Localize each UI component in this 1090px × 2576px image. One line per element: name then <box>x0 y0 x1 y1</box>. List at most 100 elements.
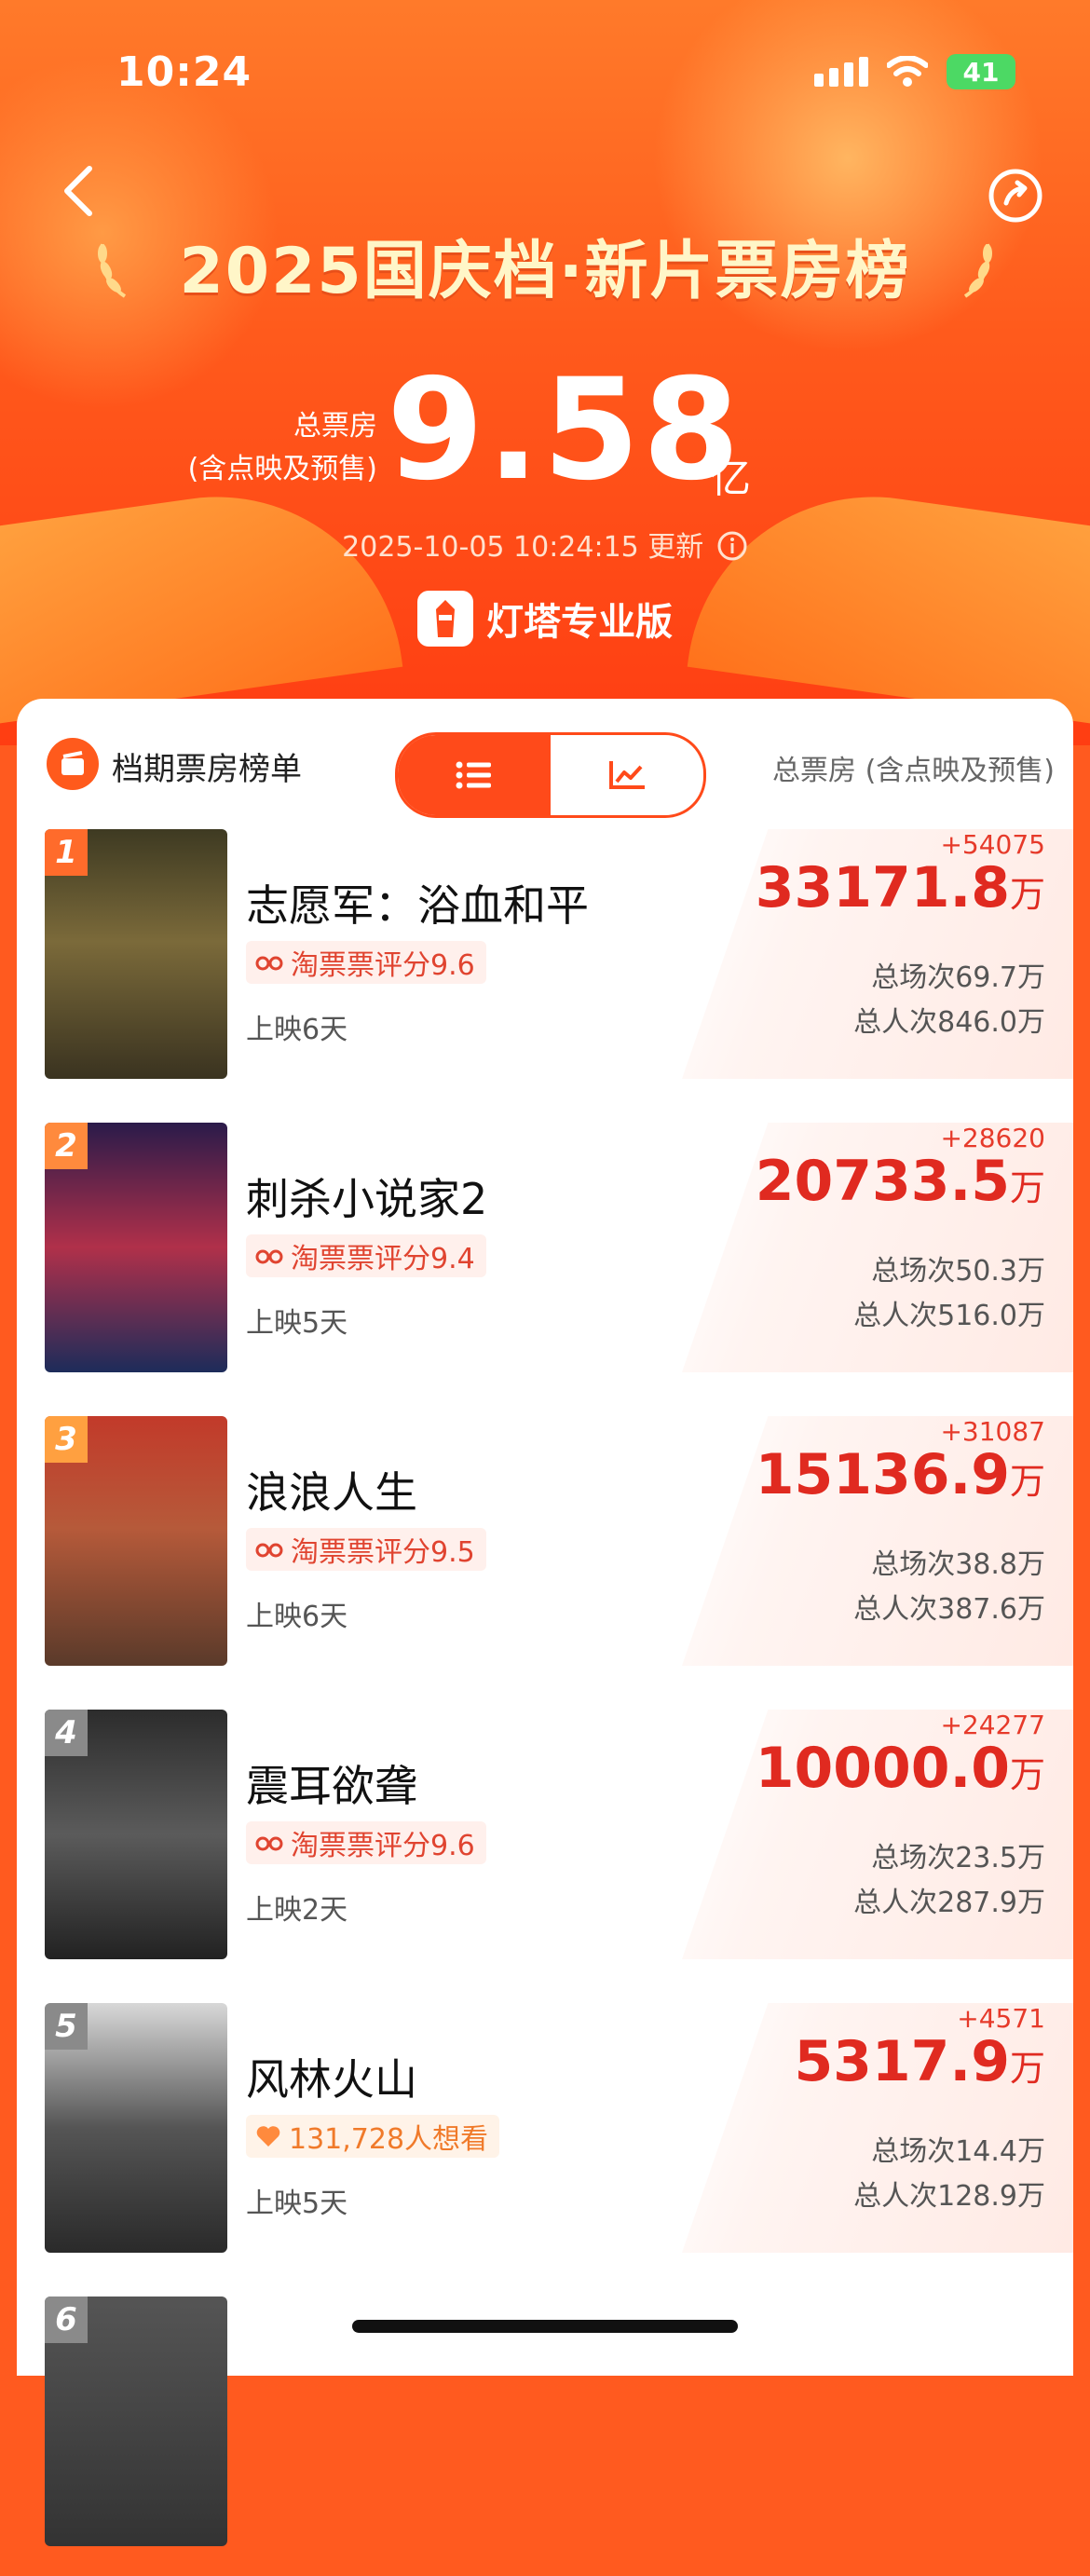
total-shows: 总场次38.8万 <box>871 1548 1045 1581</box>
rating-tag: 淘票票评分9.5 <box>246 1528 486 1571</box>
movie-title: 震耳欲聋 <box>246 1761 417 1811</box>
rating-text: 淘票票评分9.4 <box>291 1243 475 1275</box>
status-time: 10:24 <box>116 48 252 96</box>
release-days: 上映5天 <box>246 2188 348 2220</box>
movie-poster[interactable]: 5 <box>45 2003 227 2253</box>
movie-poster[interactable]: 2 <box>45 1123 227 1372</box>
total-admissions: 总人次846.0万 <box>853 1006 1045 1039</box>
rating-tag: 淘票票评分9.6 <box>246 941 486 984</box>
status-icons: 41 <box>814 54 1015 89</box>
box-office-value: 20733.5万 <box>756 1149 1045 1214</box>
box-office-number: 5317.9 <box>794 2029 1010 2094</box>
list-icon <box>456 761 491 789</box>
box-office-unit: 万 <box>1009 1754 1045 1795</box>
view-toggle[interactable] <box>395 732 706 818</box>
taopiaopiao-glasses-icon <box>255 956 283 971</box>
info-icon[interactable] <box>716 530 748 562</box>
movie-poster[interactable]: 1 <box>45 829 227 1079</box>
box-office-unit: 万 <box>1009 874 1045 915</box>
laurel-right-icon <box>963 243 992 298</box>
release-days: 上映6天 <box>246 1601 348 1633</box>
rating-text: 淘票票评分9.6 <box>291 1830 475 1862</box>
ribbon-left <box>0 472 403 729</box>
film-board-icon <box>47 738 99 790</box>
total-unit: 亿 <box>710 455 751 502</box>
list-view-button[interactable] <box>398 735 551 815</box>
signal-icon <box>814 57 868 87</box>
box-office-unit: 万 <box>1009 1461 1045 1502</box>
movie-title: 刺杀小说家2 <box>246 1174 488 1224</box>
rank-badge: 4 <box>45 1710 88 1756</box>
wifi-icon <box>887 56 928 87</box>
battery-indicator: 41 <box>947 54 1015 89</box>
movie-row[interactable]: 2 刺杀小说家2 淘票票评分9.4 上映5天 +28620 20733.5万 总场次50.3… <box>17 1123 1073 1402</box>
total-label: 总票房 (含点映及预售) <box>188 405 377 491</box>
movie-row[interactable]: 6 <box>17 2297 1073 2576</box>
total-box-office: 总票房 (含点映及预售) 9.58 亿 <box>0 349 1090 511</box>
header-banner: 10:24 41 2025国庆档·新片票房榜 总票房 (含点映及预售) 9.58… <box>0 0 1090 745</box>
movie-title: 浪浪人生 <box>246 1467 417 1518</box>
box-office-value: 33171.8万 <box>756 855 1045 920</box>
release-days: 上映5天 <box>246 1307 348 1340</box>
rank-badge: 6 <box>45 2297 88 2343</box>
release-days: 上映6天 <box>246 1014 348 1046</box>
rank-badge: 3 <box>45 1416 88 1463</box>
ranking-card: 档期票房榜单 总票房 (含点映及预售) 1 志愿军：浴血和平淘票票评分9.6 上映6… <box>17 699 1073 2546</box>
total-label-line2: (含点映及预售) <box>187 453 377 485</box>
heart-icon <box>256 2126 280 2147</box>
rating-tag: 131,728人想看 <box>246 2115 500 2158</box>
box-office-value: 10000.0万 <box>756 1736 1045 1801</box>
back-icon[interactable] <box>56 163 102 219</box>
movie-poster[interactable]: 4 <box>45 1710 227 1959</box>
total-admissions: 总人次128.9万 <box>853 2180 1045 2213</box>
taopiaopiao-glasses-icon <box>255 1543 283 1558</box>
box-office-number: 20733.5 <box>755 1149 1010 1214</box>
rating-text: 淘票票评分9.5 <box>291 1536 475 1569</box>
total-label-line1: 总票房 <box>293 410 377 443</box>
movie-poster[interactable]: 3 <box>45 1416 227 1666</box>
movie-row[interactable]: 1 志愿军：浴血和平 淘票票评分9.6 上映6天 +54075 33171.8万 总场次69… <box>17 829 1073 1109</box>
rank-badge: 2 <box>45 1123 88 1169</box>
rating-tag: 淘票票评分9.6 <box>246 1821 486 1864</box>
taopiaopiao-glasses-icon <box>255 1249 283 1264</box>
movie-row[interactable]: 3 浪浪人生 淘票票评分9.5 上映6天 +31087 15136.9万 总场次38.8万总… <box>17 1416 1073 1696</box>
update-time-text: 2025-10-05 10:24:15 更新 <box>342 531 704 564</box>
box-office-number: 10000.0 <box>755 1736 1010 1801</box>
home-indicator <box>352 2320 738 2333</box>
rating-text: 131,728人想看 <box>289 2123 489 2156</box>
total-admissions: 总人次516.0万 <box>853 1300 1045 1332</box>
box-office-value: 5317.9万 <box>794 2029 1045 2094</box>
card-subtitle: 总票房 (含点映及预售) <box>772 755 1055 787</box>
box-office-number: 33171.8 <box>755 855 1010 920</box>
total-admissions: 总人次287.9万 <box>853 1887 1045 1919</box>
rating-tag: 淘票票评分9.4 <box>246 1234 486 1277</box>
movie-title: 风林火山 <box>246 2054 417 2105</box>
movie-title: 志愿军：浴血和平 <box>246 880 589 931</box>
rating-text: 淘票票评分9.6 <box>291 949 475 982</box>
brand-name: 灯塔专业版 <box>486 601 673 644</box>
update-time: 2025-10-05 10:24:15 更新 <box>0 524 1090 565</box>
share-icon[interactable] <box>986 166 1045 225</box>
release-days: 上映2天 <box>246 1894 348 1927</box>
rank-badge: 5 <box>45 2003 88 2050</box>
total-shows: 总场次50.3万 <box>871 1255 1045 1288</box>
box-office-unit: 万 <box>1009 1167 1045 1208</box>
total-shows: 总场次23.5万 <box>871 1842 1045 1874</box>
box-office-unit: 万 <box>1009 2048 1045 2089</box>
total-shows: 总场次69.7万 <box>871 961 1045 994</box>
brand: 灯塔专业版 <box>417 591 673 647</box>
taopiaopiao-glasses-icon <box>255 1836 283 1851</box>
movie-row[interactable]: 4 震耳欲聋 淘票票评分9.6 上映2天 +24277 10000.0万 总场次23.5万总… <box>17 1710 1073 1989</box>
movie-row[interactable]: 5 风林火山 131,728人想看 上映5天 +4571 5317.9万 总场次14.4万总… <box>17 2003 1073 2283</box>
movie-poster[interactable]: 6 <box>45 2297 227 2546</box>
total-shows: 总场次14.4万 <box>871 2135 1045 2168</box>
total-admissions: 总人次387.6万 <box>853 1593 1045 1626</box>
card-title: 档期票房榜单 <box>112 751 302 788</box>
card-header: 档期票房榜单 总票房 (含点映及预售) <box>17 699 1073 820</box>
box-office-value: 15136.9万 <box>756 1442 1045 1507</box>
trend-view-button[interactable] <box>551 735 703 815</box>
lighthouse-logo-icon <box>417 591 473 647</box>
page-title: 2025国庆档·新片票房榜 <box>179 235 911 308</box>
box-office-number: 15136.9 <box>755 1442 1010 1507</box>
rank-badge: 1 <box>45 829 88 876</box>
